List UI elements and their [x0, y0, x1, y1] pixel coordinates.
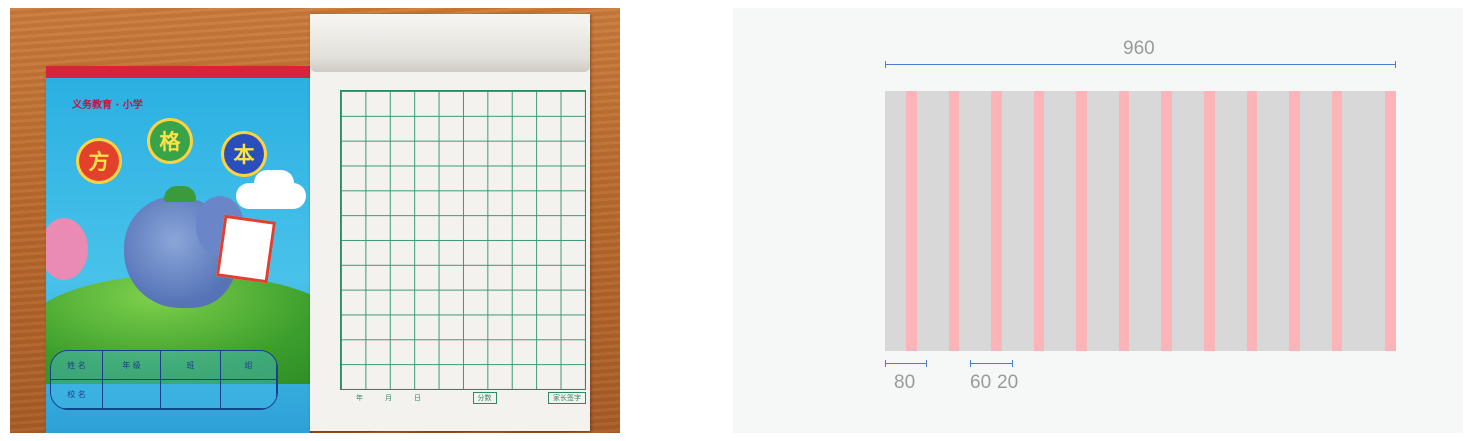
- easel-illustration: [215, 214, 277, 284]
- pad-footer-year: 年: [356, 394, 363, 402]
- writing-grid: [340, 90, 586, 390]
- column-grid: [885, 91, 1396, 351]
- name-table-cell: 姓 名: [51, 351, 103, 380]
- name-table: 姓 名 年 级 班 组 校 名: [50, 350, 278, 410]
- gutter-stripe: [1331, 91, 1343, 351]
- gutter-stripe: [1076, 91, 1087, 351]
- pad-footer: 年 月 日 分数 家长签字: [356, 392, 586, 404]
- gutter-stripe: [1204, 91, 1215, 351]
- notebook-photo: 义务教育 · 小学 方 格 本 姓 名 年 级 班 组 校 名 年 月 日 分数…: [10, 8, 620, 433]
- gutter-width-label: 20: [997, 372, 1019, 393]
- notebook-series-label: 义务教育 · 小学: [72, 100, 143, 111]
- gutter-stripe: [948, 91, 960, 351]
- gutter-stripe: [991, 91, 1002, 351]
- gutter-stripe: [1033, 91, 1045, 351]
- gutter-stripe: [1385, 91, 1396, 351]
- gutter-stripe: [1289, 91, 1300, 351]
- elephant-cap-illustration: [164, 186, 196, 202]
- tree-illustration: [46, 218, 88, 280]
- pad-footer-score: 分数: [472, 392, 497, 404]
- cloud-illustration: [254, 170, 294, 196]
- total-width-label: 960: [1123, 38, 1155, 59]
- gutter-stripe: [905, 91, 917, 351]
- gutter-stripe: [1161, 91, 1173, 351]
- name-table-cell: [161, 380, 221, 409]
- grid-system-diagram: 960 80 60 20: [733, 8, 1463, 433]
- name-table-cell: 校 名: [51, 380, 103, 409]
- name-table-cell: [221, 380, 277, 409]
- unit-width-dimension-line: [970, 360, 1013, 367]
- gutter-stripe: [1246, 91, 1258, 351]
- title-char-badge: 格: [150, 121, 190, 161]
- title-char-badge: 本: [224, 134, 264, 174]
- notebook-cover: 义务教育 · 小学 方 格 本 姓 名 年 级 班 组 校 名: [46, 66, 310, 433]
- pad-footer-parent-signature: 家长签字: [548, 392, 586, 404]
- column-width-dimension-line: [885, 360, 927, 367]
- pad-page-curl: [310, 14, 590, 72]
- column-width-label: 80: [894, 372, 916, 393]
- pad-footer-month: 月: [385, 394, 392, 402]
- name-table-cell: 班: [161, 351, 221, 380]
- unit-width-label: 60: [970, 372, 992, 393]
- name-table-cell: 年 级: [103, 351, 161, 380]
- gutter-stripe: [1118, 91, 1130, 351]
- title-char-badge: 方: [79, 141, 119, 181]
- name-table-cell: [103, 380, 161, 409]
- total-width-dimension-line: [885, 61, 1396, 68]
- pad-footer-day: 日: [414, 394, 421, 402]
- name-table-cell: 组: [221, 351, 277, 380]
